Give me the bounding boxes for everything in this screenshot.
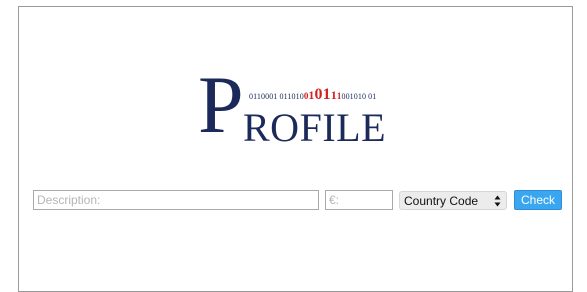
country-code-select[interactable]: Country Code [399,191,507,210]
logo-letter-p: P [198,59,244,150]
profile-logo: P 0110001 011010010111001010 01 ROFILE [198,64,408,160]
select-updown-arrows-icon [494,195,501,207]
logo-binary-suffix: 001010 01 [341,92,377,101]
logo-letters-rofile: ROFILE [243,105,386,150]
logo-binary-red-4: 1 [322,86,331,103]
logo-binary-text: 0110001 011010010111001010 01 [249,86,377,104]
check-button[interactable]: Check [514,190,562,210]
logo-binary-prefix: 0110001 011010 [249,92,304,101]
logo-binary-red-3: 0 [314,86,323,103]
description-input[interactable] [33,190,319,210]
amount-euro-input[interactable] [325,190,393,210]
country-code-selected-value: Country Code [404,193,479,208]
